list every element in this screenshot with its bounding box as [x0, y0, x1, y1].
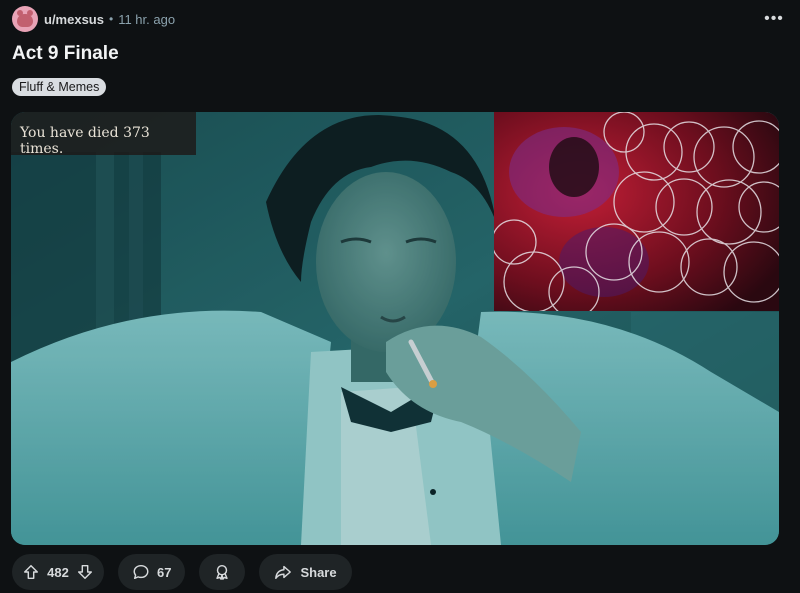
comment-count: 67: [157, 564, 172, 580]
post-image[interactable]: You have died 373 times.: [11, 112, 779, 545]
speech-bubble-icon: [132, 563, 150, 581]
share-button[interactable]: Share: [259, 554, 352, 590]
meta-separator: •: [108, 12, 114, 26]
avatar[interactable]: [12, 6, 38, 32]
award-button[interactable]: [199, 554, 246, 590]
award-icon: [213, 563, 231, 581]
comments-button[interactable]: 67: [118, 554, 186, 590]
vote-count: 482: [47, 564, 69, 580]
death-counter-overlay: You have died 373 times.: [11, 112, 196, 157]
inset-artwork: [494, 112, 779, 311]
upvote-arrow-icon[interactable]: [22, 563, 40, 581]
downvote-arrow-icon[interactable]: [76, 563, 94, 581]
post-header: u/mexsus • 11 hr. ago •••: [12, 6, 788, 32]
post-title[interactable]: Act 9 Finale: [12, 43, 119, 65]
post-timestamp: 11 hr. ago: [118, 11, 176, 27]
share-label: Share: [300, 564, 337, 580]
avatar-icon: [17, 10, 33, 27]
share-arrow-icon: [274, 563, 292, 581]
post-flair[interactable]: Fluff & Memes: [12, 78, 107, 96]
more-options-icon: •••: [764, 10, 784, 27]
post-actions: 482 67 Share: [12, 554, 352, 590]
vote-control: 482: [12, 554, 104, 590]
username-link[interactable]: u/mexsus: [44, 12, 104, 27]
more-options-button[interactable]: •••: [760, 7, 788, 31]
